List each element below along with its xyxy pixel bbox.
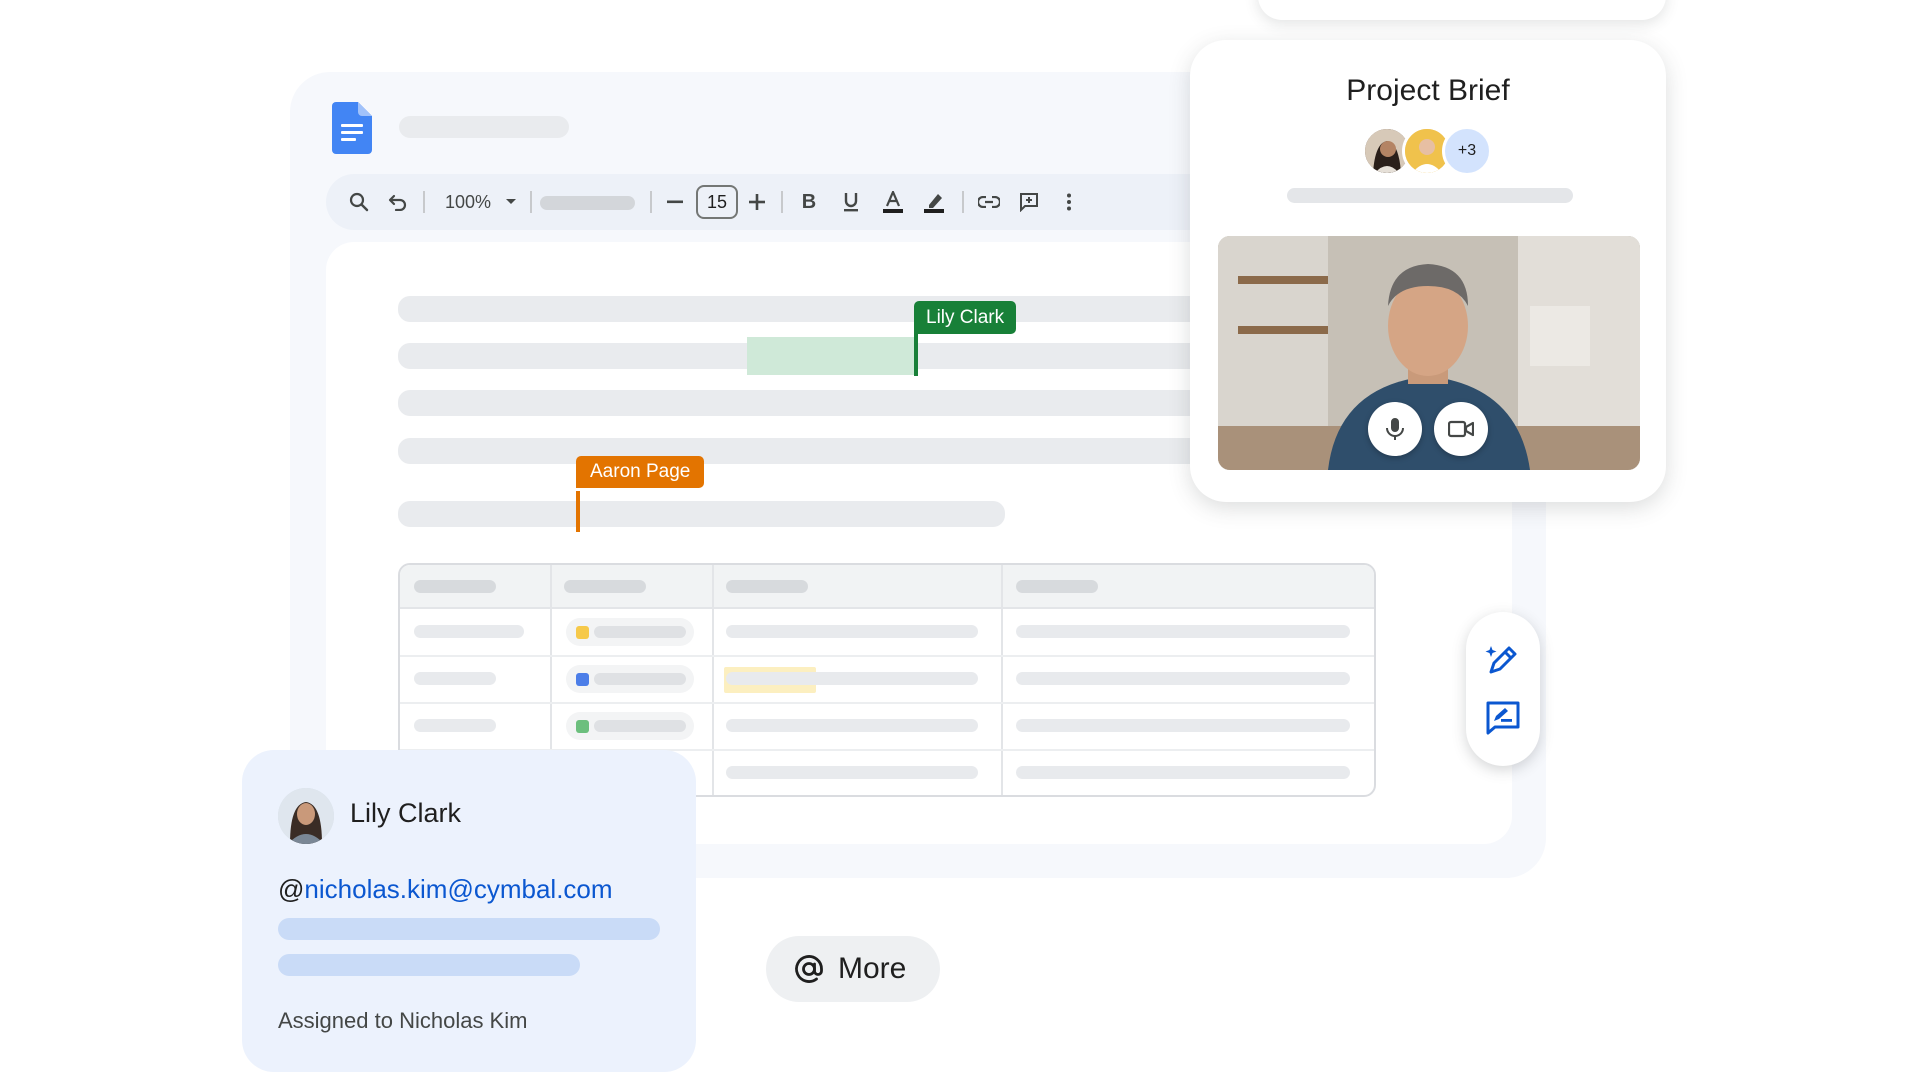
status-dot-blue: [576, 673, 589, 686]
meeting-subtitle-placeholder: [1287, 188, 1573, 203]
dropdown-icon: [506, 199, 517, 204]
meeting-title: Project Brief: [1346, 74, 1510, 107]
collaborator-cursor-aaron: [576, 491, 580, 532]
mention-email[interactable]: @nicholas.kim@cymbal.com: [278, 874, 613, 905]
text-placeholder: [278, 918, 660, 940]
meeting-card[interactable]: Project Brief +3: [1190, 40, 1666, 502]
table-cell: [1016, 672, 1350, 685]
highlight-icon[interactable]: [920, 174, 950, 230]
table-cell: [414, 719, 496, 732]
video-feed: [1218, 236, 1640, 470]
avatar: [278, 788, 334, 844]
more-button[interactable]: More: [766, 936, 940, 1002]
background-card: [1258, 0, 1666, 20]
table-cell: [726, 719, 978, 732]
mention-name: Lily Clark: [350, 798, 462, 828]
camera-icon: [1448, 420, 1474, 438]
collaborator-cursor-lily: [914, 334, 918, 376]
more-vert-icon[interactable]: [1054, 174, 1084, 230]
toolbar-divider: [530, 191, 532, 213]
table-row-divider: [400, 655, 1374, 657]
mic-button[interactable]: [1368, 402, 1422, 456]
email-address[interactable]: nicholas.kim@cymbal.com: [304, 874, 612, 904]
status-chip[interactable]: [566, 665, 694, 693]
font-size-input[interactable]: 15: [696, 185, 738, 219]
search-icon[interactable]: [344, 174, 374, 230]
at-symbol: @: [278, 874, 305, 904]
bold-icon[interactable]: B: [794, 174, 824, 230]
toolbar-divider: [962, 191, 964, 213]
underline-icon[interactable]: [836, 174, 866, 230]
text-line: [398, 501, 1005, 527]
mic-icon: [1386, 418, 1404, 440]
status-dot-yellow: [576, 626, 589, 639]
toolbar: 100% 15 B: [326, 174, 1266, 230]
mention-card[interactable]: Lily Clark @nicholas.kim@cymbal.com Assi…: [242, 750, 696, 1072]
camera-button[interactable]: [1434, 402, 1488, 456]
more-participants-badge[interactable]: +3: [1442, 126, 1492, 176]
zoom-select[interactable]: 100%: [436, 174, 526, 230]
font-family-placeholder[interactable]: [540, 196, 635, 210]
docs-logo-icon: [332, 102, 372, 154]
collaborator-tag-aaron: Aaron Page: [576, 456, 705, 488]
table-row-divider: [400, 702, 1374, 704]
minus-icon[interactable]: [662, 174, 688, 230]
at-sign-icon: [795, 955, 823, 983]
table-cell: [726, 766, 978, 779]
help-me-write-icon[interactable]: [1485, 700, 1521, 736]
text-color-icon[interactable]: [878, 174, 908, 230]
document-title-placeholder[interactable]: [399, 116, 569, 138]
add-comment-icon[interactable]: [1014, 174, 1044, 230]
table-cell: [1016, 766, 1350, 779]
status-chip-label: [594, 720, 686, 732]
table-cell: [726, 625, 978, 638]
text-line: [398, 390, 1218, 416]
text-line: [398, 296, 1218, 322]
toolbar-divider: [781, 191, 783, 213]
toolbar-divider: [650, 191, 652, 213]
text-placeholder: [278, 954, 580, 976]
assignment-text: Assigned to Nicholas Kim: [278, 1008, 528, 1033]
status-dot-green: [576, 720, 589, 733]
text-line: [398, 438, 1218, 464]
table-header-cell: [726, 580, 808, 593]
collaborator-tag-lily: Lily Clark: [914, 301, 1017, 334]
text-selection-highlight: [747, 337, 916, 375]
table-column-divider: [712, 565, 714, 795]
table-column-divider: [1001, 565, 1003, 795]
table-cell: [414, 672, 496, 685]
status-chip[interactable]: [566, 712, 694, 740]
zoom-value: 100%: [444, 191, 492, 212]
table-header-cell: [414, 580, 496, 593]
magic-pen-icon[interactable]: [1485, 642, 1521, 678]
status-chip[interactable]: [566, 618, 694, 646]
status-chip-label: [594, 626, 686, 638]
link-icon[interactable]: [974, 174, 1004, 230]
table-cell: [726, 672, 978, 685]
plus-icon[interactable]: [744, 174, 770, 230]
ai-tools-panel: [1466, 612, 1540, 766]
toolbar-divider: [423, 191, 425, 213]
table-header-cell: [1016, 580, 1098, 593]
undo-icon[interactable]: [383, 174, 413, 230]
table-cell: [1016, 719, 1350, 732]
status-chip-label: [594, 673, 686, 685]
video-participant-image: [1218, 236, 1640, 470]
more-label: More: [838, 952, 907, 985]
table-header-cell: [564, 580, 646, 593]
table-cell: [1016, 625, 1350, 638]
table-cell: [414, 625, 524, 638]
table-header: [400, 565, 1374, 609]
